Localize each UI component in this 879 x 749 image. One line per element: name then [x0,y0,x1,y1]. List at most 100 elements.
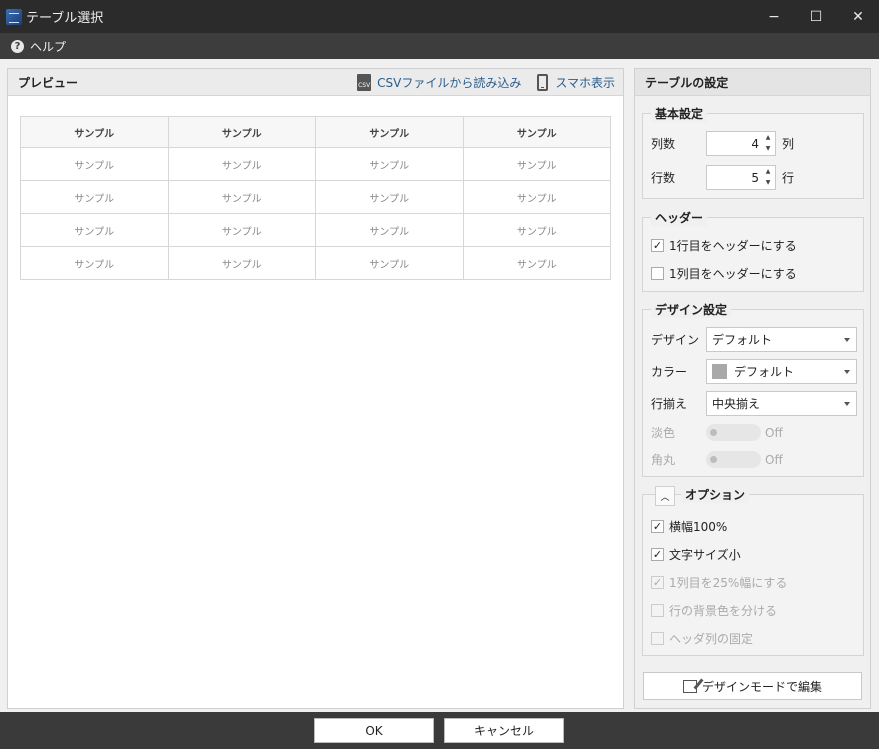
close-button[interactable]: ✕ [837,0,879,33]
light-color-label: 淡色 [651,426,676,440]
checkbox-icon[interactable]: ✓ [651,520,664,533]
options-group: ︿ オプション ✓ 横幅100% ✓ 文字サイズ小 ✓ 1列目を25%幅にする … [642,486,864,656]
header-settings-group: ヘッダー ✓ 1行目をヘッダーにする 1列目をヘッダーにする [642,209,864,292]
maximize-button[interactable]: ☐ [795,0,837,33]
checkbox-icon[interactable]: ✓ [651,576,664,589]
first-col-header-label: 1列目をヘッダーにする [669,267,797,281]
color-row: カラー デフォルト [651,359,857,384]
basic-settings-group: 基本設定 列数 4 ▲ ▼ 列 行数 5 ▲ ▼ 行 [642,105,864,199]
design-mode-label: デザインモードで編集 [701,679,822,694]
checkbox-icon[interactable]: ✓ [651,239,664,252]
rows-value: 5 [751,170,759,185]
preview-title: プレビュー [18,75,79,90]
light-color-toggle[interactable] [706,424,761,441]
settings-title: テーブルの設定 [635,69,870,96]
columns-row: 列数 4 ▲ ▼ 列 [651,131,794,156]
menu-bar: ? ヘルプ [0,33,879,59]
checkbox-icon[interactable]: ✓ [651,548,664,561]
chevron-down-icon [844,402,850,406]
help-icon: ? [11,39,24,53]
table-cell: サンプル [462,147,611,181]
table-row: サンプル サンプル サンプル サンプル [20,246,611,280]
preview-panel: プレビュー CSV CSVファイルから読み込み スマホ表示 サンプル サンプル … [7,68,624,709]
chevron-down-icon [844,338,850,342]
rounded-state: Off [765,452,783,467]
rows-stepper[interactable]: 5 ▲ ▼ [706,165,776,190]
checkbox-icon[interactable] [651,604,664,617]
table-cell: サンプル [315,213,464,247]
checkbox-icon[interactable] [651,632,664,645]
columns-stepper[interactable]: 4 ▲ ▼ [706,131,776,156]
fixed-header-label: ヘッダ列の固定 [669,632,754,646]
basic-settings-legend: 基本設定 [651,105,708,122]
mobile-view-label: スマホ表示 [555,75,615,90]
design-mode-button[interactable]: デザインモードで編集 [643,672,862,700]
align-value: 中央揃え [712,397,761,411]
design-value: デフォルト [712,333,773,347]
row-bg-checkbox[interactable]: 行の背景色を分ける [651,602,777,619]
first-col-width-checkbox[interactable]: ✓ 1列目を25%幅にする [651,574,787,591]
rounded-toggle[interactable] [706,451,761,468]
rows-spin-icon[interactable]: ▲ ▼ [763,168,773,187]
settings-panel: テーブルの設定 基本設定 列数 4 ▲ ▼ 列 行数 5 ▲ ▼ 行 ヘッダー ✓ … [634,68,871,709]
light-color-row: 淡色 Off [651,424,783,441]
checkbox-icon[interactable] [651,267,664,280]
color-label: カラー [651,365,688,379]
table-header-cell: サンプル [20,116,169,148]
table-cell: サンプル [167,213,316,247]
table-cell: サンプル [167,246,316,280]
columns-value: 4 [751,136,759,151]
table-cell: サンプル [20,246,169,280]
mobile-view-link[interactable]: スマホ表示 [537,73,615,91]
full-width-label: 横幅100% [669,520,728,534]
table-cell: サンプル [462,246,611,280]
minimize-button[interactable]: − [753,0,795,33]
design-select[interactable]: デフォルト [706,327,857,352]
table-row: サンプル サンプル サンプル サンプル [20,180,611,214]
footer: OK キャンセル [0,712,879,749]
design-label: デザイン [651,333,700,347]
rows-row: 行数 5 ▲ ▼ 行 [651,165,794,190]
rounded-row: 角丸 Off [651,451,783,468]
help-menu[interactable]: ? ヘルプ [11,38,66,55]
row-bg-label: 行の背景色を分ける [669,604,778,618]
collapse-up-icon[interactable]: ︿ [655,486,675,506]
options-legend: オプション [681,486,750,503]
edit-icon [682,679,697,693]
title-bar: テーブル選択 − ☐ ✕ [0,0,879,33]
cancel-button[interactable]: キャンセル [444,718,564,743]
table-cell: サンプル [315,246,464,280]
window-controls: − ☐ ✕ [753,0,879,33]
ok-button[interactable]: OK [314,718,434,743]
table-row: サンプル サンプル サンプル サンプル [20,213,611,247]
csv-import-link[interactable]: CSV CSVファイルから読み込み [357,73,522,91]
small-text-checkbox[interactable]: ✓ 文字サイズ小 [651,546,741,563]
full-width-checkbox[interactable]: ✓ 横幅100% [651,518,727,535]
color-select[interactable]: デフォルト [706,359,857,384]
design-settings-legend: デザイン設定 [651,301,732,318]
app-icon [6,8,22,25]
chevron-down-icon [844,370,850,374]
preview-table: サンプル サンプル サンプル サンプル サンプル サンプル サンプル サンプル … [20,116,611,280]
csv-import-label: CSVファイルから読み込み [377,75,522,90]
table-cell: サンプル [315,147,464,181]
table-cell: サンプル [462,180,611,214]
csv-file-icon: CSV [357,73,372,91]
columns-spin-icon[interactable]: ▲ ▼ [763,134,773,153]
table-header-cell: サンプル [167,116,316,148]
window-title: テーブル選択 [26,11,104,26]
preview-body: サンプル サンプル サンプル サンプル サンプル サンプル サンプル サンプル … [20,116,611,280]
first-col-width-label: 1列目を25%幅にする [669,576,788,590]
header-settings-legend: ヘッダー [651,209,708,226]
first-row-header-label: 1行目をヘッダーにする [669,239,797,253]
smartphone-icon [537,73,549,91]
fixed-header-checkbox[interactable]: ヘッダ列の固定 [651,630,753,647]
align-select[interactable]: 中央揃え [706,391,857,416]
light-color-state: Off [765,425,783,440]
columns-unit: 列 [782,137,795,151]
first-col-header-checkbox[interactable]: 1列目をヘッダーにする [651,265,797,282]
first-row-header-checkbox[interactable]: ✓ 1行目をヘッダーにする [651,237,797,254]
table-cell: サンプル [462,213,611,247]
table-cell: サンプル [167,147,316,181]
table-cell: サンプル [315,180,464,214]
